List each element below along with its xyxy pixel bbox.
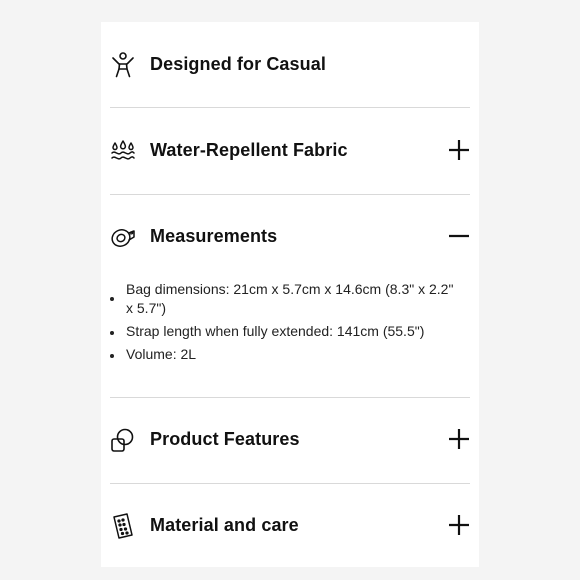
measuring-tape-icon [110,223,136,251]
section-product-features: Product Features [110,397,470,483]
section-measurements: Measurements [110,194,470,280]
water-drops-icon [110,137,136,165]
list-item: Bag dimensions: 21cm x 5.7cm x 14.6cm (8… [110,280,462,318]
overlapping-shapes-icon [110,426,136,454]
list-item: Strap length when fully extended: 141cm … [110,322,462,341]
fabric-swatch-icon [110,512,136,540]
product-details-accordion: Designed for Casual Water-Repellent Fabr… [101,22,479,567]
expand-plus-icon[interactable] [448,514,470,536]
section-title: Designed for Casual [150,54,326,74]
section-header-material-and-care[interactable]: Material and care [110,483,470,569]
person-arms-up-icon [110,51,136,79]
section-header-measurements[interactable]: Measurements [110,194,470,280]
collapse-minus-icon[interactable] [448,225,470,247]
section-designed-for-casual: Designed for Casual [110,22,470,108]
section-header-product-features[interactable]: Product Features [110,397,470,483]
section-title: Water-Repellent Fabric [150,140,348,160]
section-material-and-care: Material and care [110,483,470,569]
section-title: Measurements [150,226,278,246]
expand-plus-icon[interactable] [448,428,470,450]
list-item: Volume: 2L [110,345,462,364]
section-header-water-repellent-fabric[interactable]: Water-Repellent Fabric [110,108,470,194]
section-title: Product Features [150,429,300,449]
section-water-repellent-fabric: Water-Repellent Fabric [110,108,470,194]
measurements-list: Bag dimensions: 21cm x 5.7cm x 14.6cm (8… [110,280,462,368]
section-header-designed-for-casual: Designed for Casual [110,22,470,108]
expand-plus-icon[interactable] [448,139,470,161]
section-title: Material and care [150,515,299,535]
